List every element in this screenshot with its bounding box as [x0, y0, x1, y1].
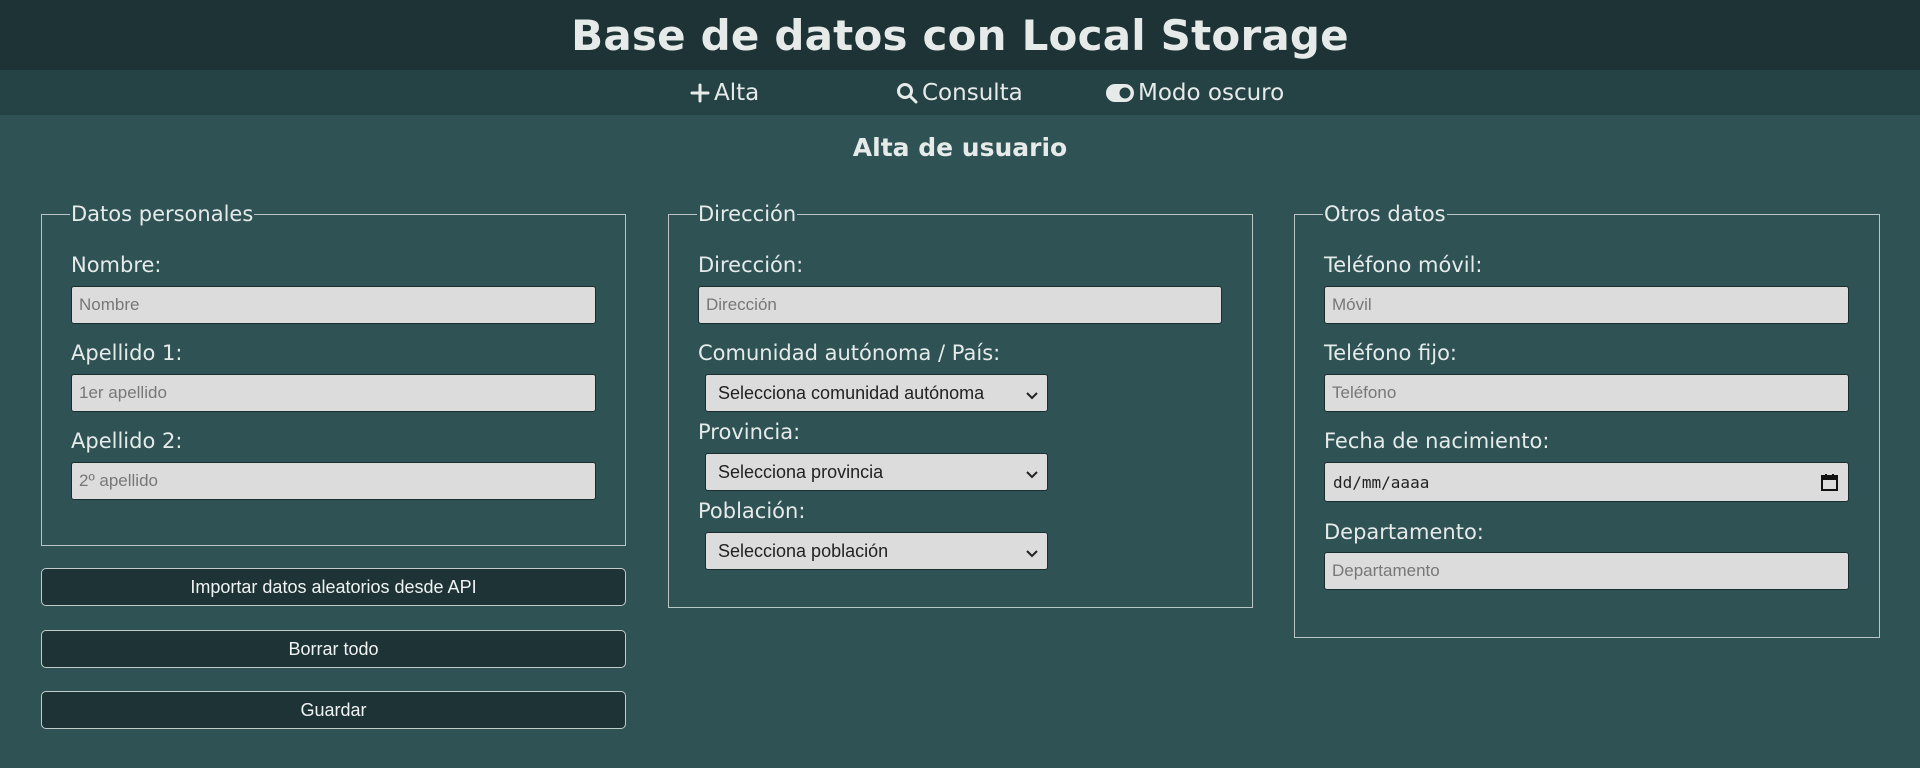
poblacion-label: Población: — [698, 499, 806, 523]
movil-label: Teléfono móvil: — [1324, 253, 1483, 277]
apellido1-label: Apellido 1: — [71, 341, 183, 365]
apellido1-input[interactable] — [71, 374, 596, 412]
main-nav: Alta Consulta Modo oscuro — [0, 70, 1920, 115]
legend-otros-datos: Otros datos — [1324, 202, 1446, 226]
direccion-input[interactable] — [698, 286, 1222, 324]
nav-modo-oscuro-label: Modo oscuro — [1138, 79, 1285, 106]
poblacion-select[interactable]: Selecciona población — [705, 532, 1048, 570]
fijo-label: Teléfono fijo: — [1324, 341, 1457, 365]
plus-icon — [690, 83, 710, 103]
chevron-down-icon — [1025, 466, 1039, 487]
birthdate-format: dd/mm/aaaa — [1333, 472, 1430, 492]
comunidad-select-value: Selecciona comunidad autónoma — [718, 382, 985, 403]
page-title: Alta de usuario — [852, 133, 1068, 162]
movil-input[interactable] — [1324, 286, 1849, 324]
nacimiento-label: Fecha de nacimiento: — [1324, 429, 1550, 453]
direccion-label: Dirección: — [698, 253, 804, 277]
legend-direccion: Dirección — [698, 202, 797, 226]
nav-modo-oscuro[interactable]: Modo oscuro — [1106, 70, 1284, 115]
import-api-button[interactable]: Importar datos aleatorios desde API — [41, 568, 626, 606]
nav-consulta[interactable]: Consulta — [896, 70, 1023, 115]
provincia-select-value: Selecciona provincia — [718, 461, 884, 482]
comunidad-select[interactable]: Selecciona comunidad autónoma — [705, 374, 1048, 412]
toggle-icon — [1106, 83, 1134, 102]
birthdate-input[interactable]: dd/mm/aaaa — [1324, 462, 1849, 502]
fijo-input[interactable] — [1324, 374, 1849, 412]
departamento-label: Departamento: — [1324, 520, 1484, 544]
legend-datos-personales: Datos personales — [71, 202, 254, 226]
provincia-select[interactable]: Selecciona provincia — [705, 453, 1048, 491]
app-title: Base de datos con Local Storage — [571, 10, 1349, 60]
poblacion-select-value: Selecciona población — [718, 540, 889, 561]
nav-consulta-label: Consulta — [922, 79, 1023, 106]
comunidad-label: Comunidad autónoma / País: — [698, 341, 1001, 365]
nav-alta-label: Alta — [714, 79, 760, 106]
chevron-down-icon — [1025, 545, 1039, 566]
app-header: Base de datos con Local Storage — [0, 0, 1920, 70]
departamento-input[interactable] — [1324, 552, 1849, 590]
search-icon — [896, 82, 918, 104]
chevron-down-icon — [1025, 387, 1039, 408]
apellido2-input[interactable] — [71, 462, 596, 500]
save-button[interactable]: Guardar — [41, 691, 626, 729]
clear-all-button[interactable]: Borrar todo — [41, 630, 626, 668]
apellido2-label: Apellido 2: — [71, 429, 183, 453]
nav-alta[interactable]: Alta — [690, 70, 759, 115]
nombre-label: Nombre: — [71, 253, 162, 277]
nombre-input[interactable] — [71, 286, 596, 324]
calendar-icon[interactable] — [1821, 473, 1838, 495]
provincia-label: Provincia: — [698, 420, 801, 444]
